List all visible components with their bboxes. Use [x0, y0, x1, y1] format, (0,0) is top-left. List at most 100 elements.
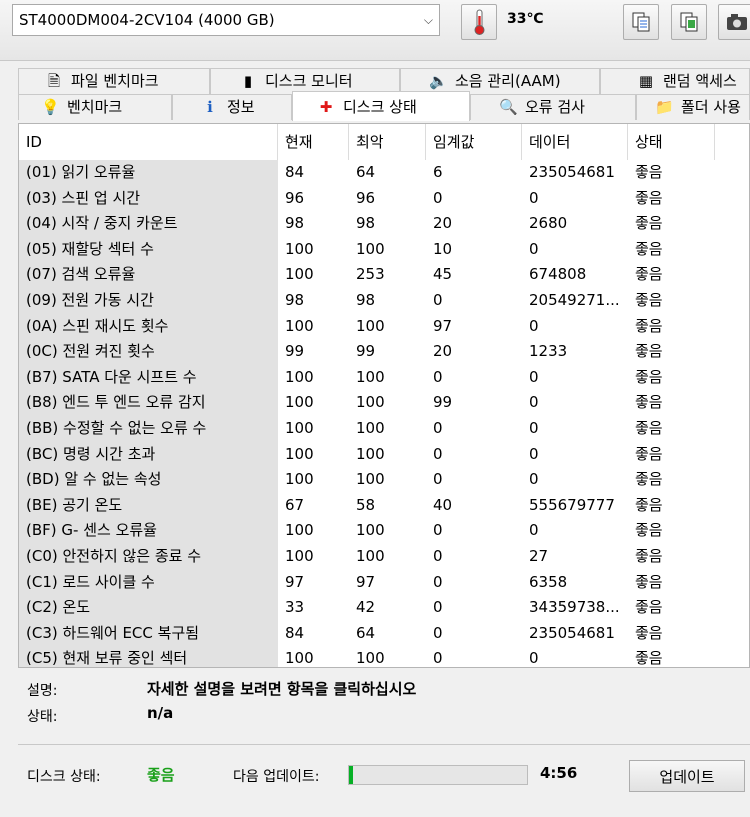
cell-current: 100 — [285, 444, 314, 463]
update-button[interactable]: 업데이트 — [629, 760, 745, 792]
temperature-value: 33℃ — [507, 11, 544, 27]
tab-error-scan[interactable]: 🔍 오류 검사 — [470, 94, 636, 120]
table-row[interactable]: (BE) 공기 온도 67 58 40 555679777 좋음 — [19, 492, 749, 519]
table-row[interactable]: (09) 전원 가동 시간 98 98 0 20549271... 좋음 — [19, 287, 749, 314]
disk-status-label: 디스크 상태: — [27, 769, 101, 785]
cell-threshold: 0 — [433, 367, 443, 386]
column-header-worst[interactable]: 최악 — [349, 124, 426, 160]
folder-icon: 📁 — [655, 98, 674, 116]
cell-id: (C3) 하드웨어 ECC 복구됨 — [19, 620, 278, 647]
cell-current: 96 — [285, 188, 305, 207]
copy-image-icon — [680, 12, 698, 32]
drive-select[interactable]: ST4000DM004-2CV104 (4000 GB) ⌵ — [12, 4, 440, 36]
column-header-data[interactable]: 데이터 — [522, 124, 628, 160]
cell-threshold: 0 — [433, 623, 443, 642]
table-row[interactable]: (0C) 전원 켜진 횟수 99 99 20 1233 좋음 — [19, 339, 749, 365]
temperature-button[interactable] — [461, 4, 497, 40]
cell-data: 0 — [529, 367, 539, 386]
copy-button[interactable] — [623, 4, 659, 40]
cell-worst: 100 — [356, 316, 385, 335]
copy-image-button[interactable] — [671, 4, 707, 40]
tab-disk-health[interactable]: ✚ 디스크 상태 — [292, 91, 470, 121]
cell-data: 2680 — [529, 214, 568, 233]
table-row[interactable]: (04) 시작 / 중지 카운트 98 98 20 2680 좋음 — [19, 211, 749, 237]
table-row[interactable]: (BC) 명령 시간 초과 100 100 0 0 좋음 — [19, 441, 749, 468]
column-header-status[interactable]: 상태 — [628, 124, 715, 160]
table-row[interactable]: (0A) 스핀 재시도 횟수 100 100 97 0 좋음 — [19, 313, 749, 340]
cell-data: 0 — [529, 239, 539, 258]
column-header-current[interactable]: 현재 — [278, 124, 349, 160]
table-row[interactable]: (BB) 수정할 수 없는 오류 수 100 100 0 0 좋음 — [19, 415, 749, 442]
cell-data: 0 — [529, 188, 539, 207]
cell-threshold: 45 — [433, 265, 453, 284]
status-label: 상태: — [27, 709, 58, 725]
table-row[interactable]: (05) 재할당 섹터 수 100 100 10 0 좋음 — [19, 236, 749, 263]
cell-data: 0 — [529, 418, 539, 437]
cell-id: (03) 스핀 업 시간 — [19, 185, 278, 212]
divider — [18, 744, 750, 745]
cell-data: 0 — [529, 649, 539, 668]
cell-current: 98 — [285, 290, 305, 309]
table-row[interactable]: (BF) G- 센스 오류율 100 100 0 0 좋음 — [19, 518, 749, 544]
drive-select-value: ST4000DM004-2CV104 (4000 GB) — [19, 11, 275, 29]
speaker-icon: 🔈 — [429, 72, 448, 90]
cell-data: 27 — [529, 546, 549, 565]
table-row[interactable]: (C3) 하드웨어 ECC 복구됨 84 64 0 235054681 좋음 — [19, 620, 749, 647]
tab-label: 랜덤 액세스 — [663, 72, 737, 90]
cell-worst: 98 — [356, 214, 376, 233]
tab-label: 벤치마크 — [67, 98, 123, 116]
tab-random-access[interactable]: ▦ 랜덤 액세스 — [600, 68, 750, 94]
table-row[interactable]: (BD) 알 수 없는 속성 100 100 0 0 좋음 — [19, 467, 749, 493]
cell-id: (0C) 전원 켜진 횟수 — [19, 339, 278, 365]
cell-data: 0 — [529, 393, 539, 412]
screenshot-button[interactable] — [718, 4, 750, 40]
tab-info[interactable]: ℹ 정보 — [172, 94, 292, 120]
cell-id: (01) 읽기 오류율 — [19, 160, 278, 186]
cell-status: 좋음 — [635, 265, 663, 284]
table-row[interactable]: (01) 읽기 오류율 84 64 6 235054681 좋음 — [19, 160, 749, 186]
cell-status: 좋음 — [635, 342, 663, 361]
cell-data: 0 — [529, 470, 539, 489]
cell-id: (05) 재할당 섹터 수 — [19, 236, 278, 263]
tab-file-benchmark[interactable]: 🗎 파일 벤치마크 — [18, 68, 210, 94]
cell-status: 좋음 — [635, 521, 663, 540]
description-value: 자세한 설명을 보려면 항목을 클릭하십시오 — [147, 680, 417, 698]
cell-data: 0 — [529, 444, 539, 463]
cell-worst: 99 — [356, 342, 376, 361]
table-row[interactable]: (C0) 안전하지 않은 종료 수 100 100 0 27 좋음 — [19, 543, 749, 570]
cell-current: 98 — [285, 214, 305, 233]
cell-current: 84 — [285, 623, 305, 642]
table-row[interactable]: (B7) SATA 다운 시프트 수 100 100 0 0 좋음 — [19, 364, 749, 391]
column-header-threshold[interactable]: 임계값 — [426, 124, 522, 160]
table-row[interactable]: (03) 스핀 업 시간 96 96 0 0 좋음 — [19, 185, 749, 212]
cell-status: 좋음 — [635, 163, 663, 181]
cell-threshold: 0 — [433, 418, 443, 437]
table-row[interactable]: (C2) 온도 33 42 0 34359738... 좋음 — [19, 595, 749, 621]
bulb-icon: 💡 — [41, 98, 60, 116]
thermometer-icon — [474, 9, 485, 35]
cell-threshold: 0 — [433, 470, 443, 489]
cell-current: 100 — [285, 470, 314, 489]
copy-icon — [632, 12, 650, 32]
cell-threshold: 0 — [433, 598, 443, 617]
table-header: ID 현재 최악 임계값 데이터 상태 — [19, 124, 749, 160]
table-row[interactable]: (C5) 현재 보류 중인 섹터 100 100 0 0 좋음 — [19, 646, 749, 668]
smart-attribute-table[interactable]: ID 현재 최악 임계값 데이터 상태 (01) 읽기 오류율 84 64 6 2350… — [18, 123, 750, 668]
cell-current: 100 — [285, 316, 314, 335]
tab-label: 오류 검사 — [525, 98, 585, 116]
update-countdown: 4:56 — [540, 764, 578, 782]
cell-status: 좋음 — [635, 290, 663, 309]
cell-worst: 100 — [356, 521, 385, 540]
table-row[interactable]: (B8) 엔드 투 엔드 오류 감지 100 100 99 0 좋음 — [19, 390, 749, 416]
tab-benchmark[interactable]: 💡 벤치마크 — [18, 94, 172, 120]
update-progress-fill — [349, 766, 353, 784]
cell-status: 좋음 — [635, 214, 663, 233]
table-row[interactable]: (C1) 로드 사이클 수 97 97 0 6358 좋음 — [19, 569, 749, 596]
tab-label: 소음 관리(AAM) — [455, 72, 561, 90]
column-header-id[interactable]: ID — [19, 124, 278, 160]
tab-folder-usage[interactable]: 📁 폴더 사용 — [636, 94, 750, 120]
cell-worst: 64 — [356, 623, 376, 642]
tab-label: 디스크 상태 — [343, 98, 417, 116]
next-update-label: 다음 업데이트: — [233, 769, 320, 785]
table-row[interactable]: (07) 검색 오류율 100 253 45 674808 좋음 — [19, 262, 749, 288]
